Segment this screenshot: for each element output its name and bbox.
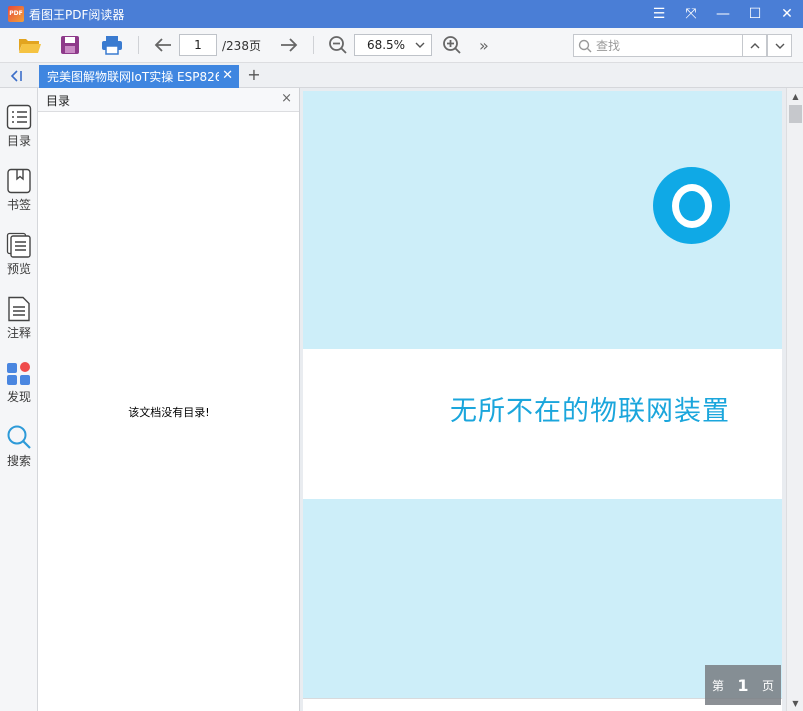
rail-item-label: 注释 xyxy=(6,326,31,340)
scroll-up-icon[interactable]: ▲ xyxy=(787,88,803,104)
page-total-label: /238页 xyxy=(222,38,261,53)
save-icon xyxy=(61,36,79,54)
toolbar-divider xyxy=(312,36,314,54)
toc-panel: 目录 × 该文档没有目录! xyxy=(38,88,300,711)
page-indicator-badge: 第 1 页 xyxy=(705,665,781,705)
toc-header: 目录 × xyxy=(38,88,299,112)
tab-document[interactable]: 完美图解物联网IoT实操 ESP8266 ✕ xyxy=(39,65,239,88)
page-number-input[interactable]: 1 xyxy=(179,34,217,56)
open-file-button[interactable] xyxy=(14,30,46,60)
tab-document-label: 完美图解物联网IoT实操 ESP8266 xyxy=(47,70,219,84)
app-logo-icon: PDF xyxy=(8,6,24,22)
page-headline: 无所不在的物联网装置 xyxy=(450,396,730,427)
search-input[interactable]: 查找 xyxy=(573,34,743,57)
annotation-icon xyxy=(8,296,30,322)
search-placeholder: 查找 xyxy=(596,39,621,53)
left-rail: 目录 书签 预览 注释 发现 搜索 xyxy=(0,88,38,711)
folder-open-icon xyxy=(19,39,41,53)
search-next-button[interactable] xyxy=(767,34,792,57)
pdf-page: 无所不在的物联网装置 xyxy=(303,91,782,706)
more-tools-button[interactable]: » xyxy=(468,30,500,60)
print-icon xyxy=(102,36,122,55)
search-icon xyxy=(578,39,592,52)
menu-button[interactable]: ☰ xyxy=(643,0,675,28)
rail-item-label: 发现 xyxy=(6,390,31,404)
save-button[interactable] xyxy=(54,30,86,60)
print-button[interactable] xyxy=(96,30,128,60)
toc-close-icon[interactable]: × xyxy=(281,91,292,106)
window-title: 看图王PDF阅读器 xyxy=(29,7,125,22)
search-icon xyxy=(7,425,31,449)
new-tab-button[interactable]: + xyxy=(246,65,262,85)
arrow-right-icon xyxy=(280,38,298,52)
zoom-out-icon xyxy=(329,36,347,54)
window-controls: ☰ ⤧ — ☐ ✕ xyxy=(643,0,803,28)
scroll-thumb[interactable] xyxy=(789,105,802,123)
rail-item-discover[interactable]: 发现 xyxy=(0,360,38,420)
zoom-select[interactable]: 68.5% xyxy=(353,34,432,56)
minimize-button[interactable]: — xyxy=(707,0,739,28)
rail-item-search[interactable]: 搜索 xyxy=(0,424,38,484)
zoom-in-icon xyxy=(443,36,461,54)
zoom-in-button[interactable] xyxy=(436,30,468,60)
maximize-button[interactable]: ☐ xyxy=(739,0,771,28)
chevron-up-icon xyxy=(750,42,759,48)
scroll-down-icon[interactable]: ▼ xyxy=(787,695,803,711)
collapse-left-icon xyxy=(10,69,22,82)
prev-page-button[interactable] xyxy=(147,30,179,60)
toc-empty-message: 该文档没有目录! xyxy=(128,406,210,419)
next-page-button[interactable] xyxy=(273,30,305,60)
rail-item-label: 书签 xyxy=(6,198,31,212)
fullscreen-button[interactable]: ⤧ xyxy=(675,0,707,28)
chevron-down-icon xyxy=(415,42,425,48)
vertical-scrollbar[interactable]: ▲ ▼ xyxy=(786,88,803,711)
rail-item-toc[interactable]: 目录 xyxy=(0,104,38,164)
arrow-left-icon xyxy=(154,38,171,52)
toolbar: 1 /238页 68.5% » 查找 xyxy=(0,28,803,63)
chevron-down-icon xyxy=(775,43,784,49)
toolbar-divider xyxy=(138,36,139,54)
rail-item-label: 搜索 xyxy=(6,454,31,468)
publisher-logo-icon xyxy=(653,167,730,244)
rail-item-label: 预览 xyxy=(6,262,31,276)
zoom-value: 68.5% xyxy=(366,38,406,52)
rail-item-bookmarks[interactable]: 书签 xyxy=(0,168,38,228)
page-badge-suffix: 页 xyxy=(761,678,774,693)
logo-ring xyxy=(671,183,712,228)
toc-title: 目录 xyxy=(46,94,71,108)
list-icon xyxy=(6,104,32,130)
rail-item-annotations[interactable]: 注释 xyxy=(0,296,38,356)
zoom-out-button[interactable] xyxy=(322,30,354,60)
close-button[interactable]: ✕ xyxy=(771,0,803,28)
page-badge-prefix: 第 xyxy=(712,678,725,693)
title-bar: PDF 看图王PDF阅读器 ☰ ⤧ — ☐ ✕ xyxy=(0,0,803,28)
preview-icon xyxy=(6,232,31,258)
page-badge-number: 1 xyxy=(737,675,749,695)
collapse-sidebar-button[interactable] xyxy=(7,67,27,84)
bookmark-icon xyxy=(7,168,31,194)
rail-item-label: 目录 xyxy=(6,134,31,148)
rail-item-preview[interactable]: 预览 xyxy=(0,232,38,292)
tab-bar: 完美图解物联网IoT实操 ESP8266 ✕ + xyxy=(0,63,803,88)
apps-icon xyxy=(7,362,30,385)
document-viewport[interactable]: 无所不在的物联网装置 xyxy=(300,88,786,711)
search-prev-button[interactable] xyxy=(742,34,767,57)
tab-close-icon[interactable]: ✕ xyxy=(222,68,233,83)
